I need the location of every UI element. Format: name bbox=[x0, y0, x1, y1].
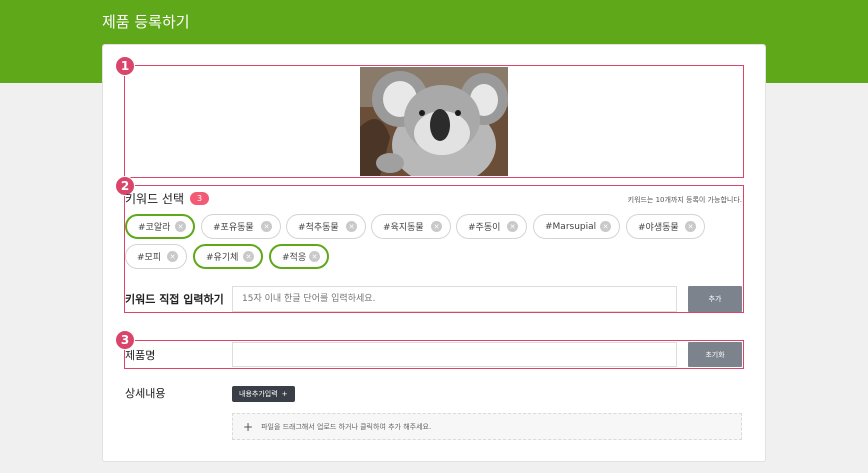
keyword-tag[interactable]: #적응 ✕ bbox=[269, 244, 329, 269]
remove-tag-icon[interactable]: ✕ bbox=[167, 251, 178, 262]
keyword-tag-label: #유기체 bbox=[206, 253, 239, 263]
selected-count-badge: 3 bbox=[190, 192, 210, 205]
keyword-section-title: 키워드 선택 bbox=[125, 192, 185, 206]
plus-icon: + bbox=[243, 419, 254, 434]
remove-tag-icon[interactable]: ✕ bbox=[261, 221, 272, 232]
remove-tag-icon[interactable]: ✕ bbox=[243, 251, 254, 262]
add-content-label: 내용추가입력 bbox=[239, 390, 278, 398]
keyword-tag[interactable]: #육지동물 ✕ bbox=[371, 214, 451, 239]
remove-tag-icon[interactable]: ✕ bbox=[309, 251, 320, 262]
remove-tag-icon[interactable]: ✕ bbox=[685, 221, 696, 232]
keyword-tag-label: #척추동물 bbox=[298, 223, 339, 233]
keyword-tag-label: #포유동물 bbox=[213, 223, 254, 233]
product-image[interactable] bbox=[360, 67, 508, 176]
remove-tag-icon[interactable]: ✕ bbox=[431, 221, 442, 232]
details-label: 상세내용 bbox=[125, 387, 166, 400]
keyword-tag[interactable]: #모피 ✕ bbox=[125, 244, 187, 269]
keyword-tag[interactable]: #유기체 ✕ bbox=[193, 244, 263, 269]
keyword-input[interactable] bbox=[232, 286, 677, 312]
keyword-tag-label: #코알라 bbox=[138, 223, 171, 233]
file-dropzone[interactable]: + 파일을 드래그해서 업로드 하거나 클릭하여 추가 해주세요. bbox=[232, 413, 742, 440]
keyword-tag-label: #육지동물 bbox=[383, 223, 424, 233]
remove-tag-icon[interactable]: ✕ bbox=[346, 221, 357, 232]
keyword-tag[interactable]: #주동이 ✕ bbox=[456, 214, 527, 239]
keyword-tag[interactable]: #야생동물 ✕ bbox=[626, 214, 705, 239]
page-title: 제품 등록하기 bbox=[102, 13, 190, 31]
remove-tag-icon[interactable]: ✕ bbox=[600, 221, 611, 232]
keyword-tag-label: #모피 bbox=[137, 253, 162, 263]
remove-tag-icon[interactable]: ✕ bbox=[507, 221, 518, 232]
product-name-input[interactable] bbox=[232, 342, 677, 367]
keyword-tag-label: #적응 bbox=[282, 253, 307, 263]
keyword-section-header: 키워드 선택 3 bbox=[125, 190, 210, 207]
keyword-tag-label: #주동이 bbox=[468, 223, 501, 233]
koala-photo bbox=[360, 67, 508, 176]
direct-keyword-label: 키워드 직접 입력하기 bbox=[125, 293, 224, 306]
keyword-tag-label: #야생동물 bbox=[638, 223, 679, 233]
reset-button[interactable]: 초기화 bbox=[688, 342, 742, 367]
remove-tag-icon[interactable]: ✕ bbox=[175, 221, 186, 232]
step-marker-1: 1 bbox=[115, 56, 135, 76]
keyword-tag[interactable]: #척추동물 ✕ bbox=[286, 214, 366, 239]
plus-icon: + bbox=[281, 390, 288, 398]
add-keyword-button[interactable]: 추가 bbox=[688, 286, 742, 312]
add-content-button[interactable]: 내용추가입력 + bbox=[232, 386, 295, 402]
keyword-limit-note: 키워드는 10개까지 등록이 가능합니다. bbox=[627, 196, 742, 204]
keyword-tag[interactable]: #포유동물 ✕ bbox=[201, 214, 281, 239]
keyword-tag[interactable]: #Marsupial ✕ bbox=[533, 214, 620, 239]
keyword-tag[interactable]: #코알라 ✕ bbox=[125, 214, 195, 239]
keyword-tag-label: #Marsupial bbox=[545, 221, 597, 232]
product-name-label: 제품명 bbox=[125, 349, 156, 362]
dropzone-text: 파일을 드래그해서 업로드 하거나 클릭하여 추가 해주세요. bbox=[261, 422, 432, 431]
